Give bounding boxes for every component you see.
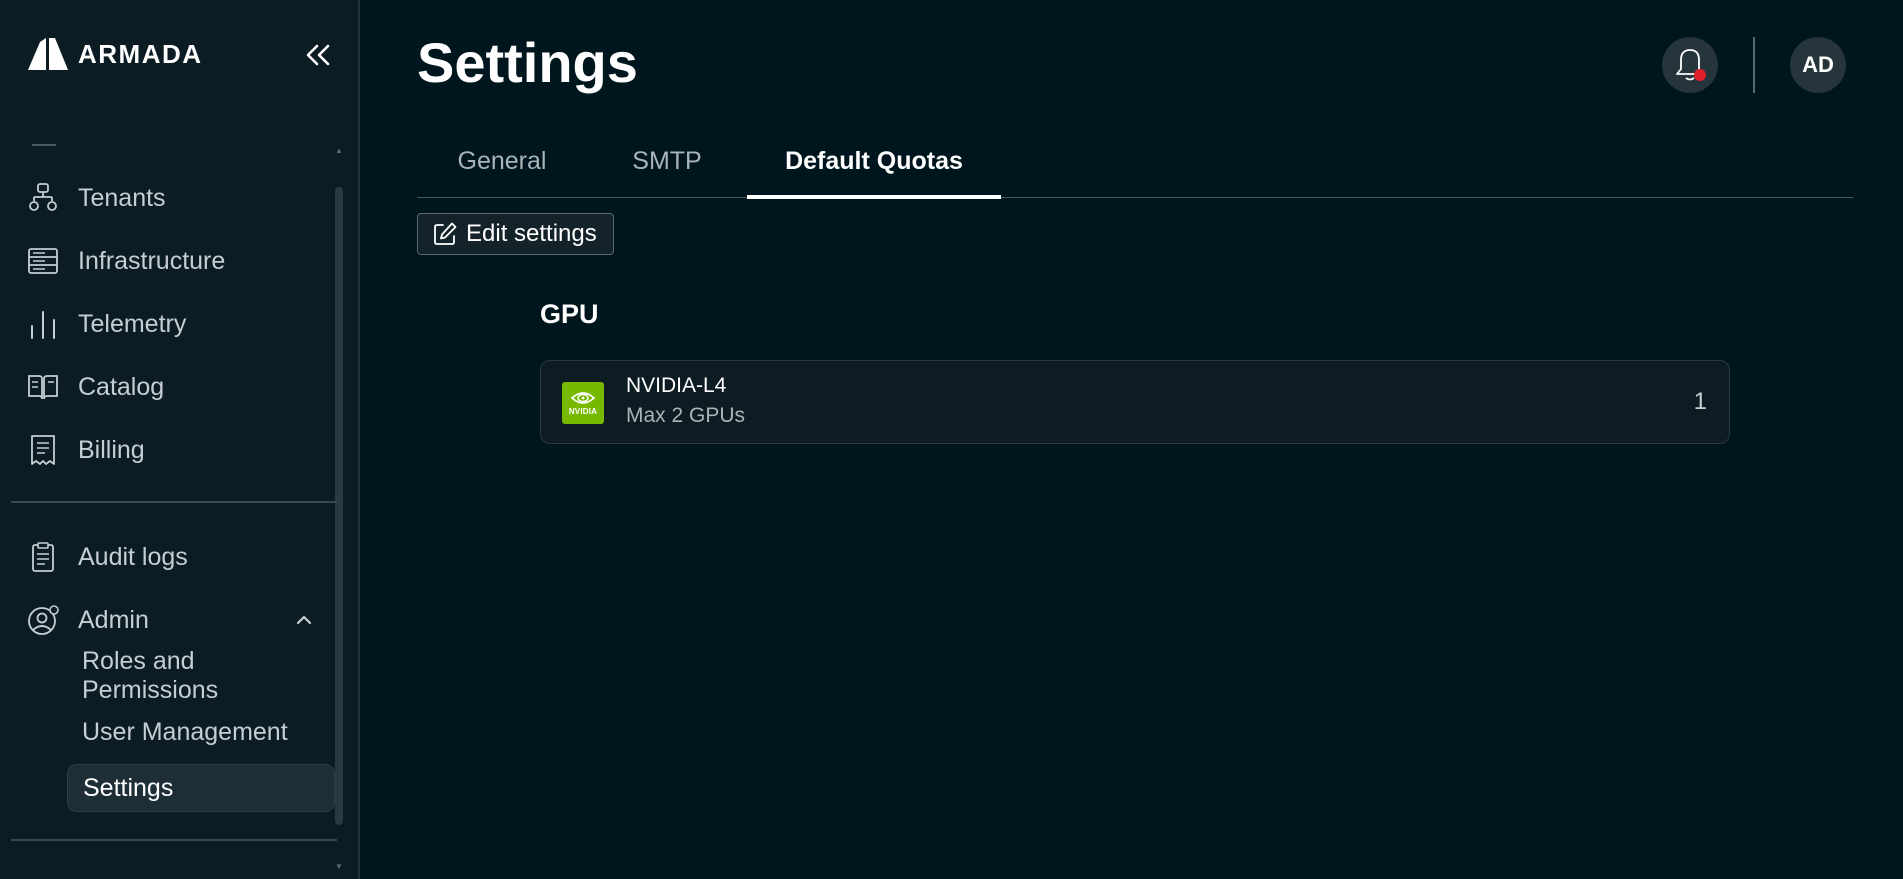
page-title: Settings xyxy=(417,31,638,94)
sidebar-item-catalog[interactable]: Catalog xyxy=(26,365,326,409)
nvidia-logo-icon: NVIDIA xyxy=(562,382,604,424)
sidebar-item-label: Audit logs xyxy=(78,542,188,571)
sidebar-item-label: Tenants xyxy=(78,183,166,212)
double-chevron-left-icon xyxy=(306,44,330,66)
sidebar-item-label: Billing xyxy=(78,435,145,464)
gpu-max-limit: Max 2 GPUs xyxy=(626,404,746,427)
bar-chart-icon xyxy=(26,307,60,341)
sidebar: ARMADA ▲ ▼ Tenants Infrastructure Teleme… xyxy=(0,0,360,879)
sidebar-item-label: Infrastructure xyxy=(78,246,226,275)
sidebar-item-billing[interactable]: Billing xyxy=(26,428,326,472)
sidebar-item-label: Telemetry xyxy=(78,309,187,338)
tab-smtp[interactable]: SMTP xyxy=(587,124,747,198)
sidebar-divider xyxy=(11,839,337,841)
sidebar-item-infrastructure[interactable]: Infrastructure xyxy=(26,239,326,283)
sidebar-subitem-user-management[interactable]: User Management xyxy=(67,708,335,756)
sidebar-item-telemetry[interactable]: Telemetry xyxy=(26,302,326,346)
receipt-icon xyxy=(26,433,60,467)
tab-general[interactable]: General xyxy=(417,124,587,198)
clipboard-icon xyxy=(26,540,60,574)
sidebar-item-audit-logs[interactable]: Audit logs xyxy=(26,535,326,579)
book-icon xyxy=(26,370,60,404)
armada-logo-icon xyxy=(28,38,68,70)
edit-settings-label: Edit settings xyxy=(466,220,597,247)
scroll-up-arrow-icon[interactable]: ▲ xyxy=(335,147,343,155)
notifications-button[interactable] xyxy=(1662,37,1718,93)
sidebar-scrollbar[interactable] xyxy=(335,187,343,825)
header-divider xyxy=(1753,37,1755,93)
sidebar-subitem-roles-and-permissions[interactable]: Roles and Permissions xyxy=(67,647,335,704)
sidebar-item-tenants[interactable]: Tenants xyxy=(26,176,326,220)
scroll-down-arrow-icon[interactable]: ▼ xyxy=(335,863,343,871)
gpu-quota-value: 1 xyxy=(1693,388,1707,415)
gpu-name: NVIDIA-L4 xyxy=(626,374,727,397)
collapse-sidebar-button[interactable] xyxy=(300,40,336,70)
settings-tabs: General SMTP Default Quotas xyxy=(417,124,1853,199)
sidebar-subitem-settings[interactable]: Settings xyxy=(67,764,335,812)
nvidia-logo-text: NVIDIA xyxy=(568,407,598,416)
brand-logo[interactable]: ARMADA xyxy=(26,32,203,76)
sidebar-item-label: Admin xyxy=(78,605,149,634)
scroll-hint-divider xyxy=(32,144,56,146)
sidebar-item-label: Catalog xyxy=(78,372,165,401)
sidebar-divider xyxy=(11,501,337,503)
edit-settings-button[interactable]: Edit settings xyxy=(417,213,614,255)
user-gear-icon xyxy=(26,603,60,637)
brand-name: ARMADA xyxy=(78,38,203,69)
tab-default-quotas[interactable]: Default Quotas xyxy=(747,124,1001,199)
gpu-section-title: GPU xyxy=(540,299,599,329)
avatar[interactable]: AD xyxy=(1790,37,1846,93)
server-icon xyxy=(26,244,60,278)
sidebar-item-admin[interactable]: Admin xyxy=(26,598,326,642)
chevron-up-icon[interactable] xyxy=(294,610,314,630)
edit-icon xyxy=(434,222,457,245)
notification-dot xyxy=(1694,69,1706,81)
gpu-quota-row[interactable]: NVIDIA NVIDIA-L4 Max 2 GPUs 1 xyxy=(540,360,1730,444)
tenants-icon xyxy=(26,181,60,215)
